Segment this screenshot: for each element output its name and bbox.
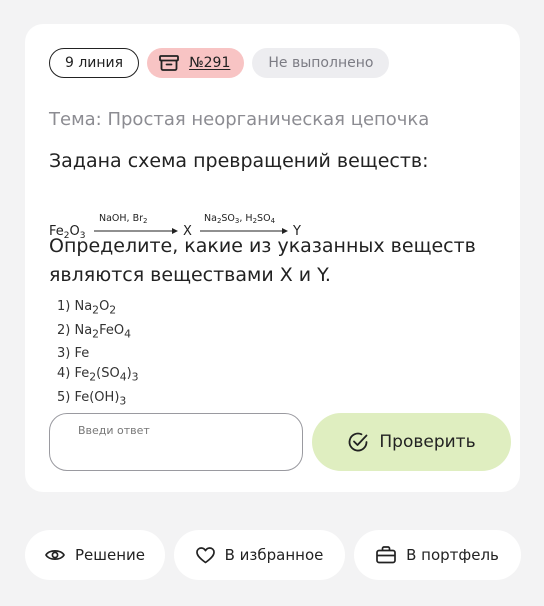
portfolio-label: В портфель — [406, 546, 499, 564]
eye-icon — [45, 548, 65, 562]
scheme-arrow2-reagents: Na2SO3, H2SO4 — [204, 213, 276, 225]
solution-label: Решение — [74, 546, 145, 564]
answer-options: 1) Na2O2 2) Na2FeO4 3) Fe 4) Fe2(SO4)3 5… — [57, 297, 139, 411]
task-question: Определите, какие из указанных веществ я… — [49, 235, 476, 286]
favorite-button[interactable]: В избранное — [174, 530, 345, 580]
task-number-link[interactable]: №291 — [189, 55, 230, 71]
check-button-label: Проверить — [379, 432, 476, 452]
option-3: 3) Fe — [57, 346, 90, 362]
check-circle-icon — [347, 431, 369, 453]
portfolio-button[interactable]: В портфель — [354, 530, 521, 580]
status-badge: Не выполнено — [252, 48, 390, 78]
option-1: 1) Na2O2 — [57, 299, 117, 317]
task-lead-text: Задана схема превращений веществ: — [49, 150, 429, 172]
archive-box-icon — [159, 55, 179, 71]
task-topic: Тема: Простая неорганическая цепочка — [49, 109, 430, 130]
solution-button[interactable]: Решение — [25, 530, 165, 580]
option-5: 5) Fe(OH)3 — [57, 389, 127, 408]
favorite-label: В избранное — [224, 546, 324, 564]
briefcase-icon — [376, 546, 396, 564]
heart-icon — [195, 546, 215, 564]
check-button[interactable]: Проверить — [312, 413, 511, 471]
option-4: 4) Fe2(SO4)3 — [57, 366, 139, 384]
scheme-arrow1-reagents: NaOH, Br2 — [99, 213, 147, 225]
option-2: 2) Na2FeO4 — [57, 322, 131, 341]
task-number-tag[interactable]: №291 — [147, 48, 245, 78]
task-tags: 9 линия №291 Не выполнено — [49, 48, 390, 78]
line-tag[interactable]: 9 линия — [49, 48, 140, 78]
answer-input[interactable] — [49, 413, 303, 471]
task-card: 9 линия №291 Не выполнено Тема: Простая … — [25, 24, 520, 492]
line-tag-label: 9 линия — [65, 55, 124, 71]
status-label: Не выполнено — [268, 55, 374, 71]
